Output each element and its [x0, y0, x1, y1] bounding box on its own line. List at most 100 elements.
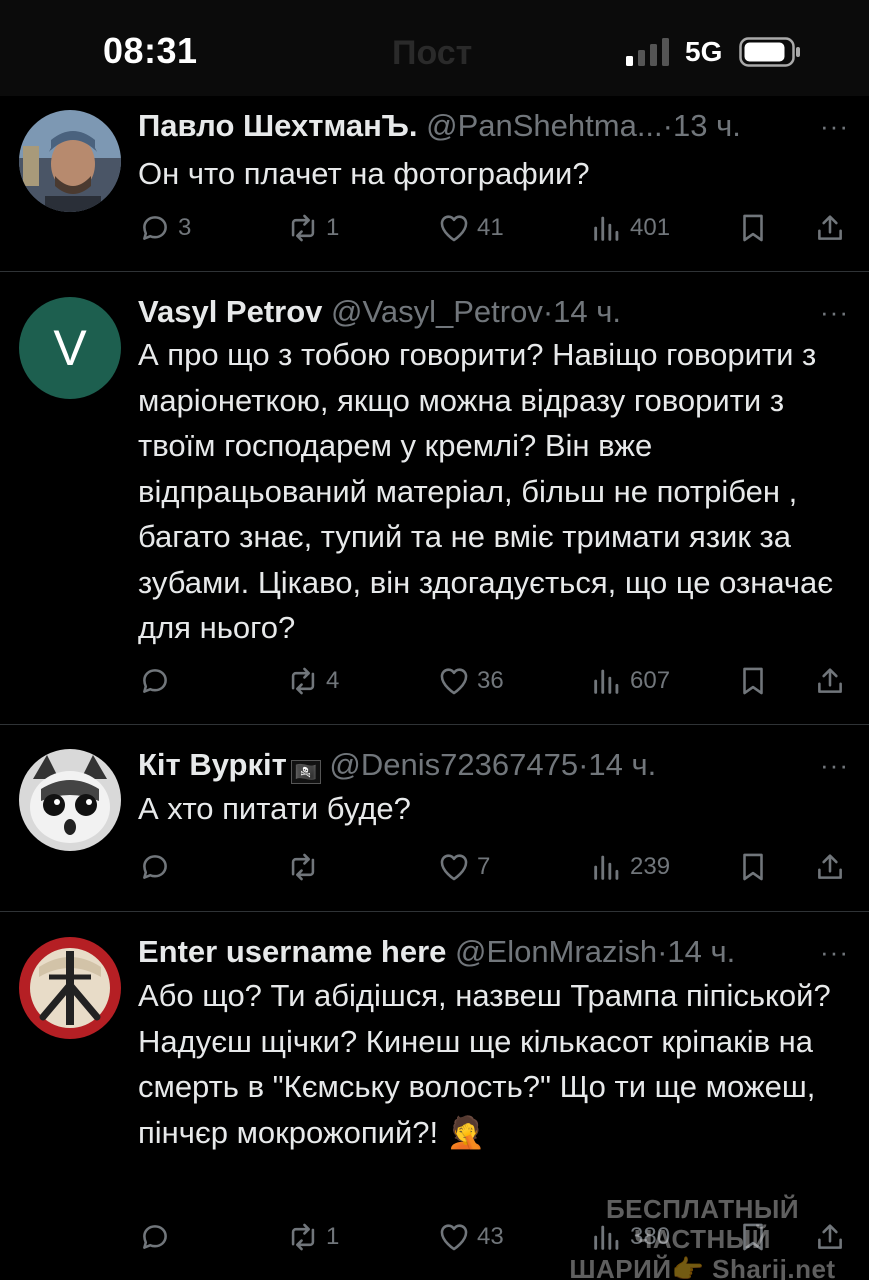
separator-dot: · [657, 934, 668, 969]
repost-icon [291, 1223, 315, 1251]
reply-icon [143, 1225, 167, 1249]
network-label: 5G [685, 36, 723, 67]
more-options-icon[interactable]: ··· [820, 106, 849, 146]
view-count: 401 [630, 214, 671, 241]
reply-button[interactable]: 3 [138, 208, 191, 248]
views-icon [594, 216, 619, 241]
bookmark-icon [743, 667, 763, 695]
share-icon [818, 668, 842, 693]
reply-icon [143, 216, 167, 240]
tweet-header: Павло ШехтманЪ. @PanShehtma...·13 ч. ··· [138, 106, 849, 146]
like-button[interactable]: 41 [437, 208, 504, 248]
more-options-icon[interactable]: ··· [820, 292, 849, 332]
reply-feed: Павло ШехтманЪ. @PanShehtma...·13 ч. ···… [0, 96, 869, 1280]
tweet-actions: 7 239 [138, 847, 850, 887]
author-name[interactable]: Enter username here [138, 934, 446, 969]
avatar[interactable] [19, 749, 121, 851]
bookmark-button[interactable] [736, 208, 770, 248]
view-count: 239 [630, 853, 671, 880]
bookmark-icon [743, 214, 763, 242]
avatar[interactable]: V [19, 297, 121, 399]
separator-dot: · [542, 294, 554, 329]
status-bar: 08:31 Пост 5G [0, 0, 869, 96]
avatar[interactable] [19, 937, 121, 1039]
like-button[interactable]: 36 [437, 661, 504, 701]
tweet-text: А про що з тобою говорити? Навіщо говори… [138, 337, 834, 645]
heart-icon [440, 668, 468, 695]
repost-count: 4 [326, 667, 340, 694]
author-name[interactable]: Павло ШехтманЪ. [138, 108, 417, 143]
author-name[interactable]: Vasyl Petrov [138, 294, 322, 329]
share-icon [818, 215, 842, 240]
repost-count: 1 [326, 1223, 340, 1250]
tweet-actions: 4 36 607 [138, 661, 850, 701]
battery-icon [739, 37, 800, 67]
post-time[interactable]: 14 ч. [588, 747, 656, 782]
tweet[interactable]: Кіт Вуркіт 🏴‍☠️ @Denis72367475·14 ч. ··· … [0, 725, 869, 912]
reply-icon [143, 669, 167, 693]
views-button[interactable]: 401 [590, 208, 670, 248]
post-time[interactable]: 14 ч. [667, 934, 735, 969]
pirate-flag-icon: 🏴‍☠️ [290, 760, 321, 784]
page-title: Пост [392, 34, 473, 72]
share-button[interactable] [813, 661, 847, 701]
author-handle[interactable]: @Vasyl_Petrov [331, 294, 543, 329]
reply-icon [143, 855, 167, 879]
repost-button[interactable]: 1 [286, 1217, 339, 1257]
repost-button[interactable] [286, 847, 326, 887]
repost-button[interactable]: 4 [286, 661, 339, 701]
author-name[interactable]: Кіт Вуркіт [138, 747, 287, 782]
author-handle[interactable]: @ElonMrazish [455, 934, 657, 969]
share-button[interactable] [813, 847, 847, 887]
like-count: 7 [477, 853, 491, 880]
repost-count: 1 [326, 214, 340, 241]
view-count: 607 [630, 667, 671, 694]
tweet-header: Кіт Вуркіт 🏴‍☠️ @Denis72367475·14 ч. ··· [138, 745, 849, 785]
like-count: 36 [477, 667, 504, 694]
tweet-actions: 3 1 41 401 [138, 208, 850, 248]
author-handle[interactable]: @PanShehtma... [426, 108, 663, 143]
like-button[interactable]: 7 [437, 847, 490, 887]
repost-icon [291, 214, 315, 242]
post-time[interactable]: 13 ч. [673, 108, 741, 143]
post-time[interactable]: 14 ч. [553, 294, 621, 329]
reply-button[interactable] [138, 847, 178, 887]
reply-button[interactable] [138, 661, 178, 701]
views-button[interactable]: 607 [590, 661, 670, 701]
like-button[interactable]: 43 [437, 1217, 504, 1257]
bookmark-button[interactable] [736, 661, 770, 701]
like-count: 41 [477, 214, 504, 241]
bookmark-icon [743, 853, 763, 881]
tweet-text: Або що? Ти абідішся, назвеш Трампа піпіс… [138, 978, 831, 1150]
signal-icon [626, 38, 669, 66]
status-time: 08:31 [103, 30, 198, 71]
avatar[interactable] [19, 110, 121, 212]
separator-dot: · [578, 747, 589, 782]
heart-icon [440, 215, 468, 242]
bookmark-button[interactable] [736, 847, 770, 887]
repost-icon [291, 667, 315, 695]
tweet[interactable]: Павло ШехтманЪ. @PanShehtma...·13 ч. ···… [0, 96, 869, 272]
tweet-header: Enter username here @ElonMrazish·14 ч. ·… [138, 932, 849, 972]
author-handle[interactable]: @Denis72367475 [329, 747, 578, 782]
tweet-header: Vasyl Petrov @Vasyl_Petrov·14 ч. ··· [138, 292, 849, 332]
share-button[interactable] [813, 208, 847, 248]
tweet-text: Он что плачет на фотографии? [138, 156, 590, 191]
repost-icon [291, 853, 315, 881]
heart-icon [440, 854, 468, 881]
watermark-line1: БЕСПЛАТНЫЙ ЧАСТНЫЙ [605, 1194, 800, 1254]
reply-button[interactable] [138, 1217, 178, 1257]
tweet-text: А хто питати буде? [138, 791, 411, 826]
share-icon [818, 854, 842, 879]
watermark-line2: ШАРИЙ👉 Sharij.net [569, 1254, 836, 1280]
like-count: 43 [477, 1223, 504, 1250]
views-icon [594, 855, 619, 880]
tweet[interactable]: V Vasyl Petrov @Vasyl_Petrov·14 ч. ··· А… [0, 272, 869, 725]
repost-button[interactable]: 1 [286, 208, 339, 248]
more-options-icon[interactable]: ··· [820, 932, 849, 972]
more-options-icon[interactable]: ··· [820, 745, 849, 785]
views-icon [594, 669, 619, 694]
heart-icon [440, 1224, 468, 1251]
views-button[interactable]: 239 [590, 847, 670, 887]
separator-dot: · [662, 108, 673, 143]
